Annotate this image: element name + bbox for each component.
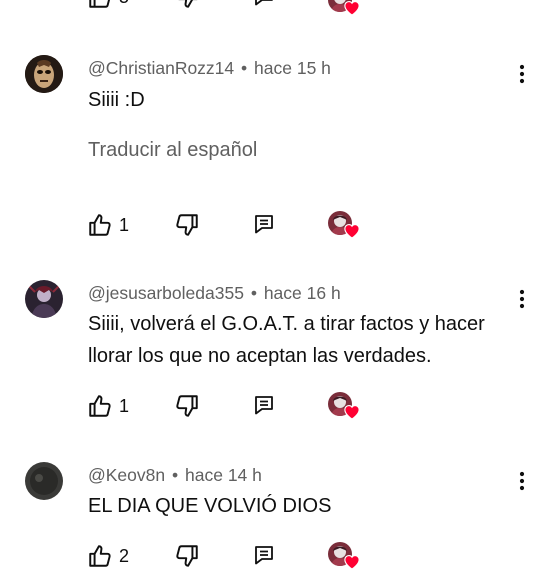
creator-heart-icon (343, 553, 361, 570)
more-options-icon[interactable] (510, 287, 534, 311)
username[interactable]: @jesusarboleda355 (88, 283, 244, 303)
comment-text: Siiii, volverá el G.O.A.T. a tirar facto… (88, 308, 485, 372)
like-count: 1 (119, 395, 130, 416)
creator-heart-icon (343, 0, 361, 16)
reply-button[interactable] (252, 393, 276, 417)
more-options-icon[interactable] (510, 62, 534, 86)
comment-meta: @jesusarboleda355 • hace 16 h (88, 283, 341, 304)
like-button[interactable]: 5 (87, 0, 129, 10)
like-icon (87, 393, 113, 419)
reply-button[interactable] (252, 543, 276, 567)
meta-separator: • (241, 58, 248, 78)
comment-meta: @Keov8n • hace 14 h (88, 465, 262, 486)
username[interactable]: @Keov8n (88, 465, 165, 485)
like-icon (87, 0, 113, 10)
reply-button[interactable] (252, 212, 276, 236)
dislike-button[interactable] (174, 212, 200, 238)
timestamp[interactable]: hace 14 h (185, 465, 262, 485)
like-button[interactable]: 1 (87, 393, 129, 419)
creator-heart-icon (343, 403, 361, 420)
dislike-button[interactable] (174, 0, 200, 10)
creator-heart (328, 211, 362, 239)
avatar[interactable] (25, 462, 63, 500)
like-count: 1 (119, 214, 130, 235)
dislike-button[interactable] (174, 543, 200, 569)
comment-text-line: Siiii, volverá el G.O.A.T. a tirar facto… (88, 313, 485, 335)
comment-text-line: llorar los que no aceptan las verdades. (88, 345, 432, 367)
like-button[interactable]: 1 (87, 212, 129, 238)
meta-separator: • (172, 465, 179, 485)
comment-text: Siiii :D (88, 89, 145, 111)
like-count: 2 (119, 545, 130, 566)
creator-heart (328, 542, 362, 570)
meta-separator: • (250, 283, 257, 303)
translate-link[interactable]: Traducir al español (88, 139, 257, 162)
like-button[interactable]: 2 (87, 543, 129, 569)
more-options-icon[interactable] (510, 469, 534, 493)
timestamp[interactable]: hace 15 h (254, 58, 331, 78)
avatar[interactable] (25, 55, 63, 93)
avatar[interactable] (25, 280, 63, 318)
creator-heart (328, 0, 362, 16)
like-icon (87, 212, 113, 238)
like-count: 5 (119, 0, 129, 8)
username[interactable]: @ChristianRozz14 (88, 58, 234, 78)
creator-heart-icon (343, 222, 361, 239)
top-partial-action-bar: 5 (87, 0, 129, 10)
timestamp[interactable]: hace 16 h (264, 283, 341, 303)
avatar-image-icon (25, 280, 63, 318)
creator-heart (328, 392, 362, 420)
comment-text: EL DIA QUE VOLVIÓ DIOS (88, 495, 332, 517)
reply-button[interactable] (252, 0, 276, 8)
avatar-image-icon (25, 462, 63, 500)
comment-meta: @ChristianRozz14 • hace 15 h (88, 58, 331, 79)
comment: @ChristianRozz14 • hace 15 h Siiii :D Tr… (0, 50, 560, 250)
comment: @jesusarboleda355 • hace 16 h Siiii, vol… (0, 275, 560, 435)
avatar-image-icon (25, 55, 63, 93)
comment: @Keov8n • hace 14 h EL DIA QUE VOLVIÓ DI… (0, 457, 560, 567)
like-icon (87, 543, 113, 569)
dislike-button[interactable] (174, 393, 200, 419)
